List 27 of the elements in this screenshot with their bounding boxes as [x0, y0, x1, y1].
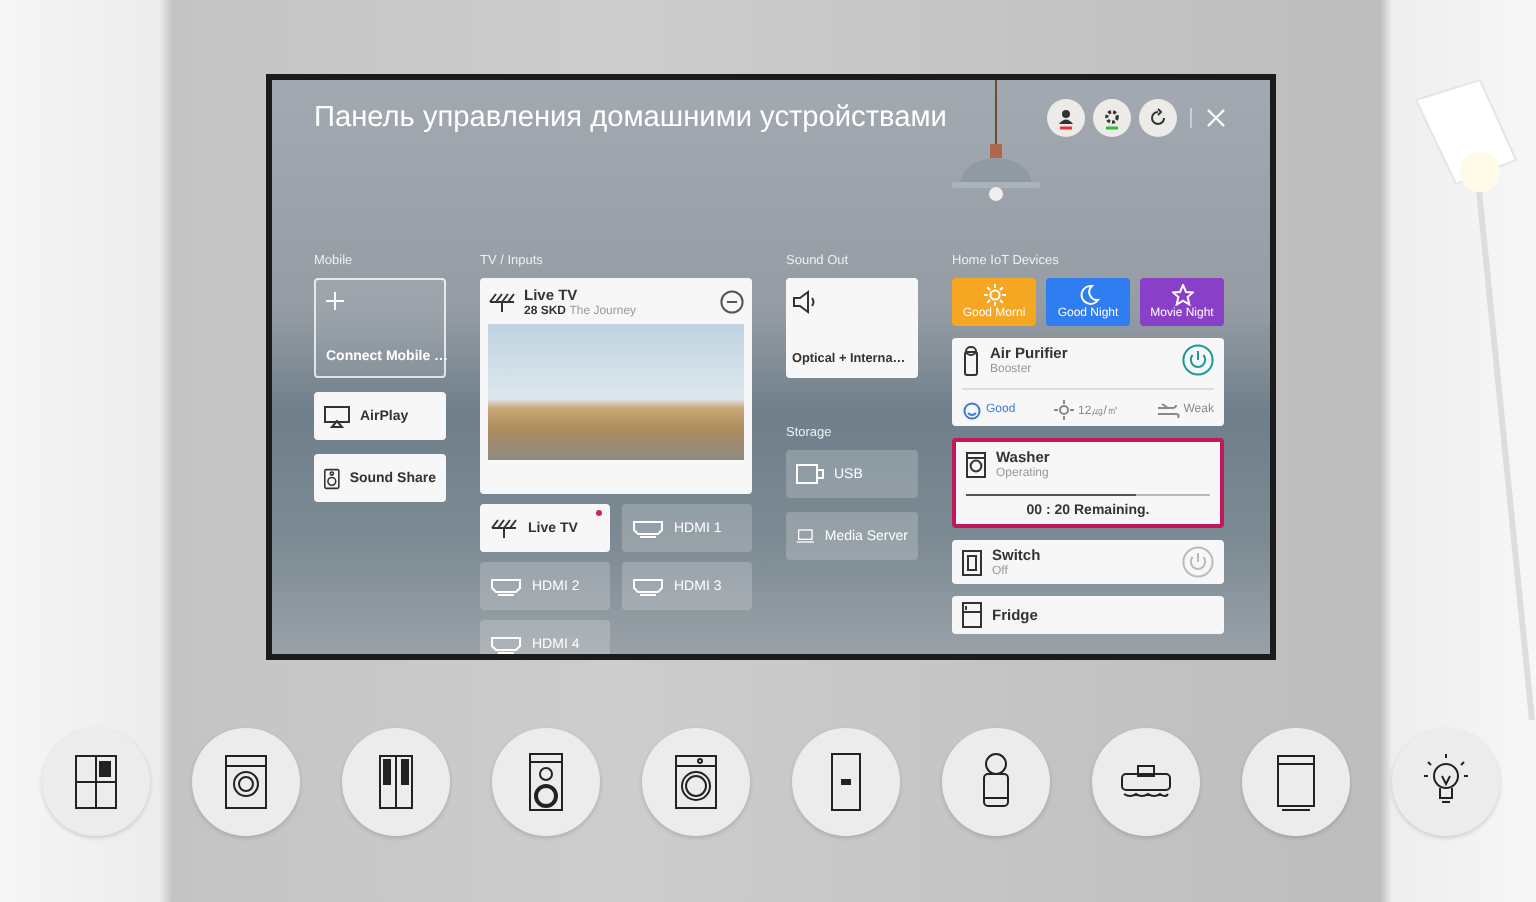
power-on-icon[interactable] [1182, 344, 1214, 376]
washer-icon [966, 451, 986, 477]
settings-icon[interactable] [1092, 98, 1132, 138]
refresh-icon[interactable] [1138, 98, 1178, 138]
wind-icon [1157, 401, 1180, 419]
hdmi-port-icon [632, 577, 664, 595]
monitor-icon [324, 405, 350, 427]
antenna-icon [490, 516, 518, 540]
moon-icon [1077, 284, 1099, 306]
hdmi-port-icon [632, 519, 664, 537]
sun-icon [983, 284, 1005, 306]
minus-circle-icon[interactable] [720, 290, 744, 314]
antenna-icon [488, 290, 516, 314]
dashboard-title: Панель управления домашними устройствами [314, 102, 947, 134]
air-purifier-icon [962, 345, 980, 375]
face-icon [962, 401, 982, 419]
usb-drive-icon [796, 464, 824, 484]
hdmi-port-icon [490, 635, 522, 653]
hdmi-port-icon [490, 577, 522, 595]
wall-switch-icon [962, 549, 982, 575]
star-icon [1171, 284, 1193, 306]
profile-icon[interactable] [1046, 98, 1086, 138]
laptop-icon [796, 526, 815, 546]
plus-icon [326, 292, 344, 310]
speaker-icon [324, 465, 340, 491]
speaker-icon [792, 290, 816, 314]
fridge-icon [962, 602, 982, 628]
